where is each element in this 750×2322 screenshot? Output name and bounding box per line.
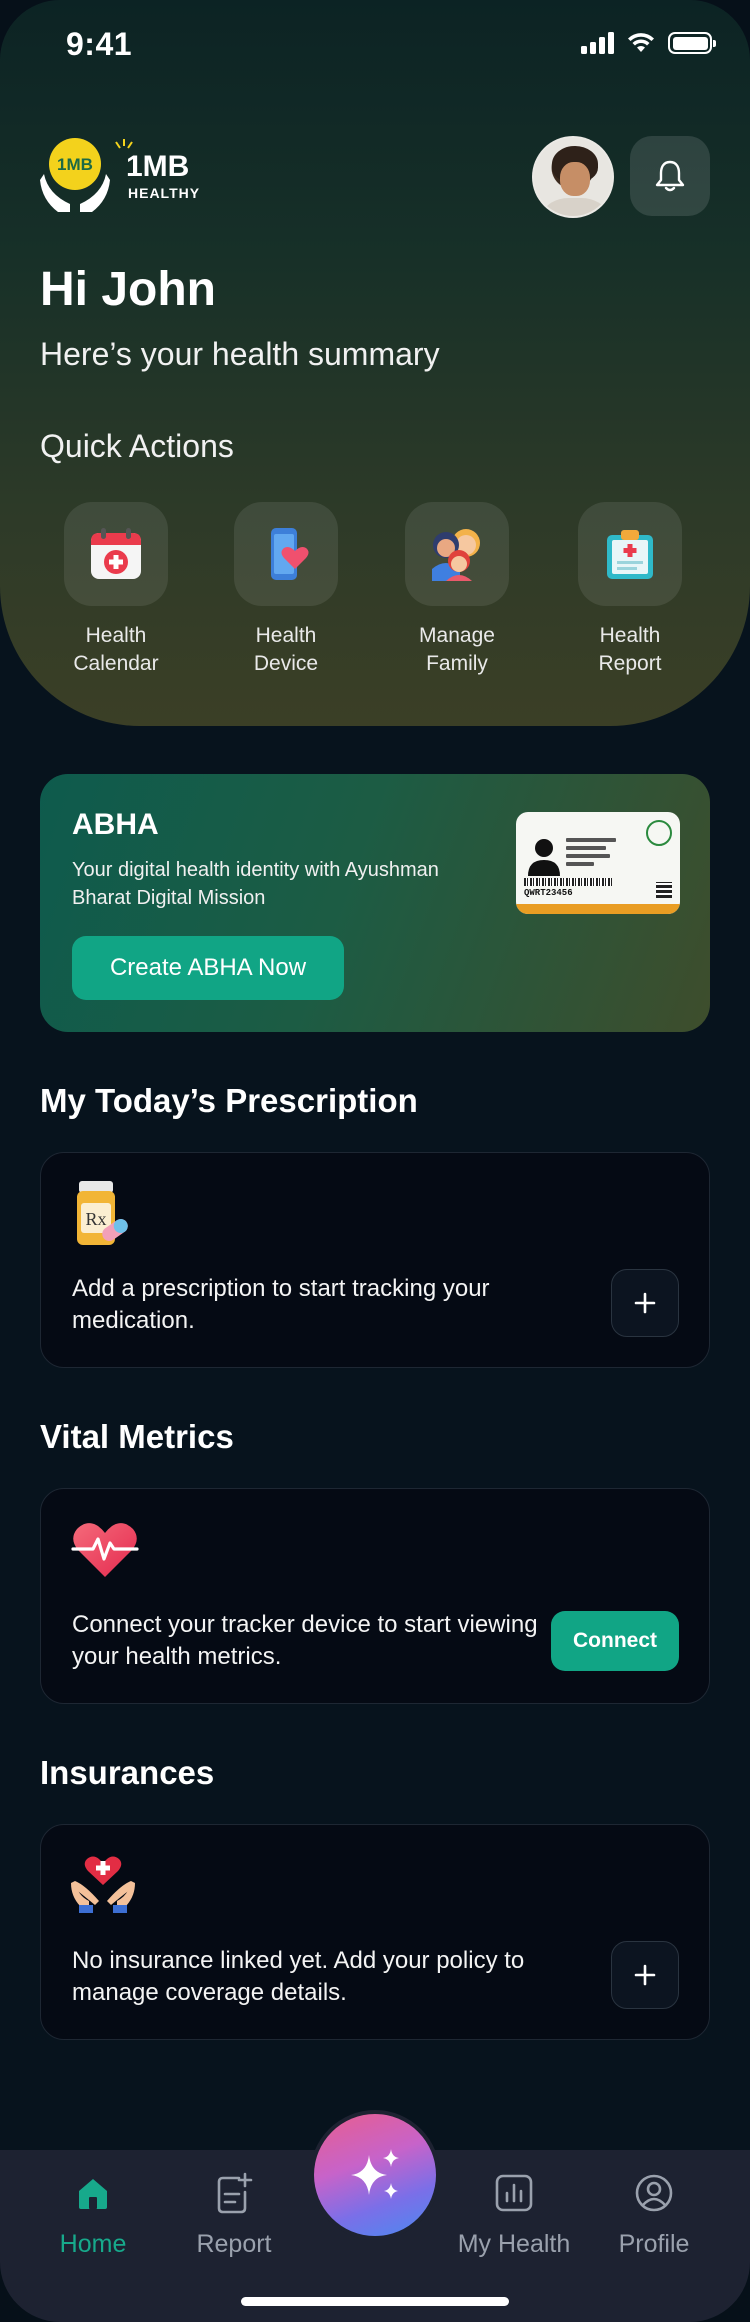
cellular-signal-icon	[581, 32, 614, 54]
quick-action-label-line1: Manage	[419, 624, 495, 647]
add-insurance-button[interactable]	[611, 1941, 679, 2009]
insurance-message: No insurance linked yet. Add your policy…	[72, 1947, 525, 2006]
quick-action-label-line2: Calendar	[73, 652, 159, 675]
battery-icon	[668, 32, 716, 54]
report-icon	[217, 2172, 253, 2214]
svg-text:Rx: Rx	[85, 1209, 106, 1229]
quick-action-label-line2: Report	[598, 652, 662, 675]
vitals-section-title: Vital Metrics	[40, 1418, 234, 1455]
connect-tracker-button[interactable]: Connect	[551, 1611, 679, 1671]
greeting-subtitle: Here’s your health summary	[40, 336, 440, 372]
logo-text: 1MB	[126, 150, 189, 183]
abha-title: ABHA	[72, 808, 159, 841]
profile-icon	[635, 2174, 673, 2212]
home-icon	[79, 2179, 107, 2209]
wifi-icon	[628, 33, 654, 52]
logo-badge-text: 1MB	[57, 155, 93, 174]
user-avatar[interactable]	[532, 136, 614, 218]
quick-action-label-line2: Device	[253, 652, 319, 675]
tab-profile[interactable]: Profile	[594, 2168, 714, 2259]
insurance-section-title: Insurances	[40, 1754, 215, 1791]
plus-icon	[634, 1964, 656, 1986]
greeting-title: Hi John	[40, 263, 216, 316]
prescription-card: Rx Add a prescription to start tracking …	[40, 1152, 710, 1368]
home-indicator	[241, 2297, 509, 2306]
tab-profile-label: Profile	[618, 2230, 690, 2258]
calendar-icon	[91, 528, 141, 579]
status-icons	[581, 32, 716, 54]
pill-bottle-icon: Rx	[77, 1181, 128, 1245]
tab-home-label: Home	[59, 2230, 127, 2258]
tab-my-health-label: My Health	[457, 2230, 571, 2258]
status-bar: 9:41	[0, 0, 750, 90]
notifications-button[interactable]	[630, 136, 710, 216]
bell-icon	[655, 160, 685, 192]
quick-action-label-line1: Health	[599, 624, 661, 647]
abha-card-id: QWRT23456	[524, 888, 573, 898]
tab-report[interactable]: Report	[174, 2168, 294, 2259]
add-prescription-button[interactable]	[611, 1269, 679, 1337]
phone-heart-icon	[271, 528, 309, 580]
abha-card-image: QWRT23456	[516, 812, 680, 914]
quick-action-health-calendar[interactable]: Health Calendar	[46, 502, 186, 678]
abha-description: Your digital health identity with Ayushm…	[72, 859, 439, 909]
tab-my-health[interactable]: My Health	[454, 2168, 574, 2259]
plus-icon	[634, 1292, 656, 1314]
quick-action-health-report[interactable]: Health Report	[560, 502, 700, 678]
tab-home[interactable]: Home	[33, 2168, 153, 2259]
quick-action-label-line1: Health	[85, 624, 147, 647]
quick-action-health-device[interactable]: Health Device	[216, 502, 356, 678]
logo-subtext: HEALTHY	[128, 185, 200, 201]
quick-action-label-line2: Family	[426, 652, 488, 675]
vitals-message: Connect your tracker device to start vie…	[72, 1611, 538, 1670]
heart-pulse-icon	[71, 1523, 139, 1577]
bar-chart-icon	[495, 2174, 533, 2212]
clipboard-icon	[607, 530, 653, 579]
quick-action-label-line1: Health	[255, 624, 317, 647]
app-logo: 1MB 1MB HEALTHY	[40, 134, 220, 214]
family-icon	[432, 529, 480, 581]
prescription-message: Add a prescription to start tracking you…	[72, 1275, 490, 1334]
app-screen: 9:41 1MB 1MB HEALTHY Hi John Here’s your…	[0, 0, 750, 2322]
status-time: 9:41	[66, 26, 133, 62]
quick-action-manage-family[interactable]: Manage Family	[387, 502, 527, 678]
tab-report-label: Report	[196, 2230, 272, 2258]
person-icon	[528, 839, 560, 876]
create-abha-button[interactable]: Create ABHA Now	[72, 936, 344, 1000]
prescription-section-title: My Today’s Prescription	[40, 1082, 418, 1119]
insurance-card: No insurance linked yet. Add your policy…	[40, 1824, 710, 2040]
quick-actions-title: Quick Actions	[40, 428, 234, 464]
vitals-card: Connect your tracker device to start vie…	[40, 1488, 710, 1704]
abha-banner: ABHA Your digital health identity with A…	[40, 774, 710, 1032]
ai-assistant-button[interactable]	[314, 2114, 436, 2236]
hands-heart-icon	[71, 1856, 135, 1913]
sparkle-icon	[351, 2149, 399, 2199]
